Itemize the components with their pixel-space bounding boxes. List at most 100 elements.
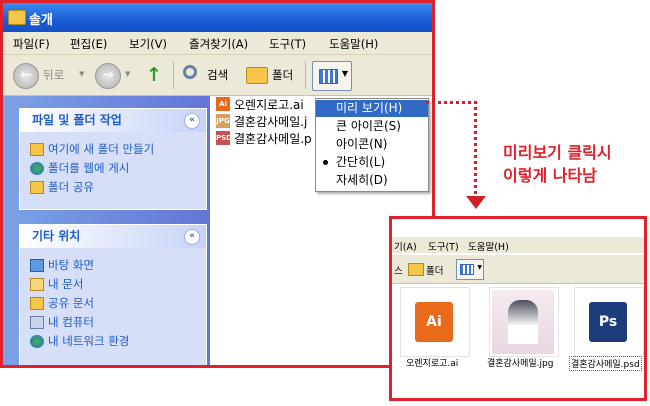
toolbar-separator [305, 61, 306, 89]
folders-button[interactable]: 폴더 [272, 67, 293, 83]
task-pane: 파일 및 폴더 작업 « 여기에 새 폴더 만들기 폴더를 웹에 게시 폴더 공… [3, 96, 210, 365]
zoomed-inset: 기(A) 도구(T) 도움말(H) 스 폴더 ▼ Ai 오렌지로고.ai 결혼감… [389, 216, 647, 401]
arrow-down-icon [466, 196, 486, 209]
search-icon[interactable] [183, 65, 197, 79]
menu-tools[interactable]: 도구(T) [269, 36, 306, 52]
chevron-down-icon: ▼ [477, 264, 482, 271]
back-button[interactable]: 뒤로 [43, 67, 64, 83]
menu-help[interactable]: 도움말(H) [329, 36, 378, 52]
my-computer-icon [30, 316, 44, 329]
thumbnail-ai[interactable]: Ai [400, 287, 470, 357]
place-label[interactable]: 내 문서 [48, 277, 83, 291]
callout-line: 이렇게 나타남 [503, 166, 597, 185]
menu-edit[interactable]: 편집(E) [70, 36, 107, 52]
inset-menu-help[interactable]: 도움말(H) [468, 239, 509, 253]
thumbnail-psd[interactable]: Ps [574, 287, 644, 357]
menu-item-icons[interactable]: 아이콘(N) [316, 136, 428, 153]
place-network[interactable]: 내 네트워크 환경 [20, 332, 206, 351]
file-name[interactable]: 오렌지로고.ai [234, 96, 304, 113]
folders-icon[interactable] [246, 67, 268, 84]
selected-bullet-icon [323, 160, 328, 165]
dotted-connector [426, 101, 477, 194]
menu-item-details[interactable]: 자세히(D) [316, 172, 428, 189]
thumbnail-caption[interactable]: 결혼감사메일.jpg [487, 356, 553, 369]
menu-item-thumbnails[interactable]: 미리 보기(H) [316, 100, 428, 117]
panel-title: 기타 위치 [32, 229, 81, 243]
file-folder-tasks-panel: 파일 및 폴더 작업 « 여기에 새 폴더 만들기 폴더를 웹에 게시 폴더 공… [19, 108, 207, 210]
network-icon [30, 335, 44, 348]
place-my-computer[interactable]: 내 컴퓨터 [20, 313, 206, 332]
back-arrow-icon[interactable]: ← [13, 63, 39, 89]
task-new-folder[interactable]: 여기에 새 폴더 만들기 [20, 140, 206, 159]
menu-bar: 파일(F) 편집(E) 보기(V) 즐겨찾기(A) 도구(T) 도움말(H) [3, 32, 432, 55]
place-label[interactable]: 공유 문서 [48, 296, 94, 310]
inset-toolbar: 스 폴더 ▼ [392, 255, 644, 284]
new-folder-icon [30, 143, 44, 156]
inset-menu-bar: 기(A) 도구(T) 도움말(H) [392, 237, 644, 253]
window-title: 솔개 [29, 13, 53, 28]
task-label[interactable]: 여기에 새 폴더 만들기 [48, 142, 154, 156]
place-my-documents[interactable]: 내 문서 [20, 275, 206, 294]
inset-views-button[interactable]: ▼ [456, 259, 484, 280]
ai-file-icon: Ai [216, 97, 230, 111]
inset-folders-button[interactable]: 폴더 [426, 263, 443, 277]
collapse-icon[interactable]: « [184, 113, 200, 129]
menu-item-tiles[interactable]: 큰 아이콘(S) [316, 118, 428, 135]
chevron-down-icon: ▼ [341, 69, 348, 78]
task-publish-web[interactable]: 폴더를 웹에 게시 [20, 159, 206, 178]
illustrator-file-icon: Ai [415, 302, 453, 342]
up-folder-icon[interactable]: ↑ [146, 64, 166, 86]
globe-icon [30, 162, 44, 175]
views-grid-icon [460, 264, 474, 275]
views-grid-icon [319, 69, 338, 84]
shared-documents-icon [30, 297, 44, 310]
menu-favorites[interactable]: 즐겨찾기(A) [189, 36, 248, 52]
share-folder-icon [30, 181, 44, 194]
photoshop-file-icon: Ps [589, 302, 627, 342]
psd-file-icon: PSD [216, 131, 232, 145]
panel-header[interactable]: 기타 위치 « [20, 225, 206, 248]
jpg-file-icon: JPG [216, 114, 230, 128]
panel-title: 파일 및 폴더 작업 [32, 113, 122, 127]
task-label[interactable]: 폴더 공유 [48, 180, 94, 194]
search-button[interactable]: 검색 [207, 67, 228, 83]
place-label[interactable]: 내 컴퓨터 [48, 315, 94, 329]
toolbar: ← 뒤로 ▼ → ▼ ↑ 검색 폴더 ▼ [3, 55, 432, 96]
place-desktop[interactable]: 바탕 화면 [20, 256, 206, 275]
menu-item-label: 간단히(L) [336, 155, 386, 169]
file-name[interactable]: 결혼감사메일.j [234, 113, 307, 130]
callout-text: 미리보기 클릭시 이렇게 나타남 [503, 141, 612, 187]
inset-menu-tools[interactable]: 도구(T) [428, 239, 459, 253]
place-label[interactable]: 내 네트워크 환경 [48, 334, 129, 348]
menu-file[interactable]: 파일(F) [13, 36, 50, 52]
forward-arrow-icon[interactable]: → [95, 63, 121, 89]
wedding-photo-thumbnail [492, 290, 554, 354]
inset-menu-favorites[interactable]: 기(A) [394, 239, 417, 253]
task-label[interactable]: 폴더를 웹에 게시 [48, 161, 129, 175]
thumbnail-jpg[interactable] [489, 287, 559, 357]
task-share-folder[interactable]: 폴더 공유 [20, 178, 206, 197]
inset-folders-icon[interactable] [408, 263, 424, 276]
toolbar-separator [173, 61, 174, 89]
inset-search-fragment: 스 [394, 266, 403, 277]
folder-icon [8, 10, 26, 25]
explorer-window: 솔개 파일(F) 편집(E) 보기(V) 즐겨찾기(A) 도구(T) 도움말(H… [0, 0, 435, 368]
back-dropdown-icon[interactable]: ▼ [79, 70, 84, 78]
collapse-icon[interactable]: « [184, 229, 200, 245]
my-documents-icon [30, 278, 44, 291]
views-button[interactable]: ▼ [312, 61, 352, 91]
place-label[interactable]: 바탕 화면 [48, 258, 94, 272]
other-places-panel: 기타 위치 « 바탕 화면 내 문서 공유 문서 내 컴퓨터 내 네트워크 환경 [19, 224, 207, 365]
place-shared-documents[interactable]: 공유 문서 [20, 294, 206, 313]
menu-view[interactable]: 보기(V) [129, 36, 167, 52]
view-dropdown-menu: 미리 보기(H) 큰 아이콘(S) 아이콘(N) 간단히(L) 자세히(D) [315, 98, 429, 192]
forward-dropdown-icon[interactable]: ▼ [125, 70, 130, 78]
callout-line: 미리보기 클릭시 [503, 143, 612, 162]
thumbnail-caption[interactable]: 결혼감사메일.psd [569, 356, 642, 371]
thumbnail-caption[interactable]: 오렌지로고.ai [406, 356, 458, 369]
file-name[interactable]: 결혼감사메일.p [234, 130, 312, 147]
panel-header[interactable]: 파일 및 폴더 작업 « [20, 109, 206, 132]
desktop-icon [30, 259, 44, 272]
menu-item-list[interactable]: 간단히(L) [316, 154, 428, 171]
title-bar[interactable]: 솔개 [3, 3, 432, 32]
